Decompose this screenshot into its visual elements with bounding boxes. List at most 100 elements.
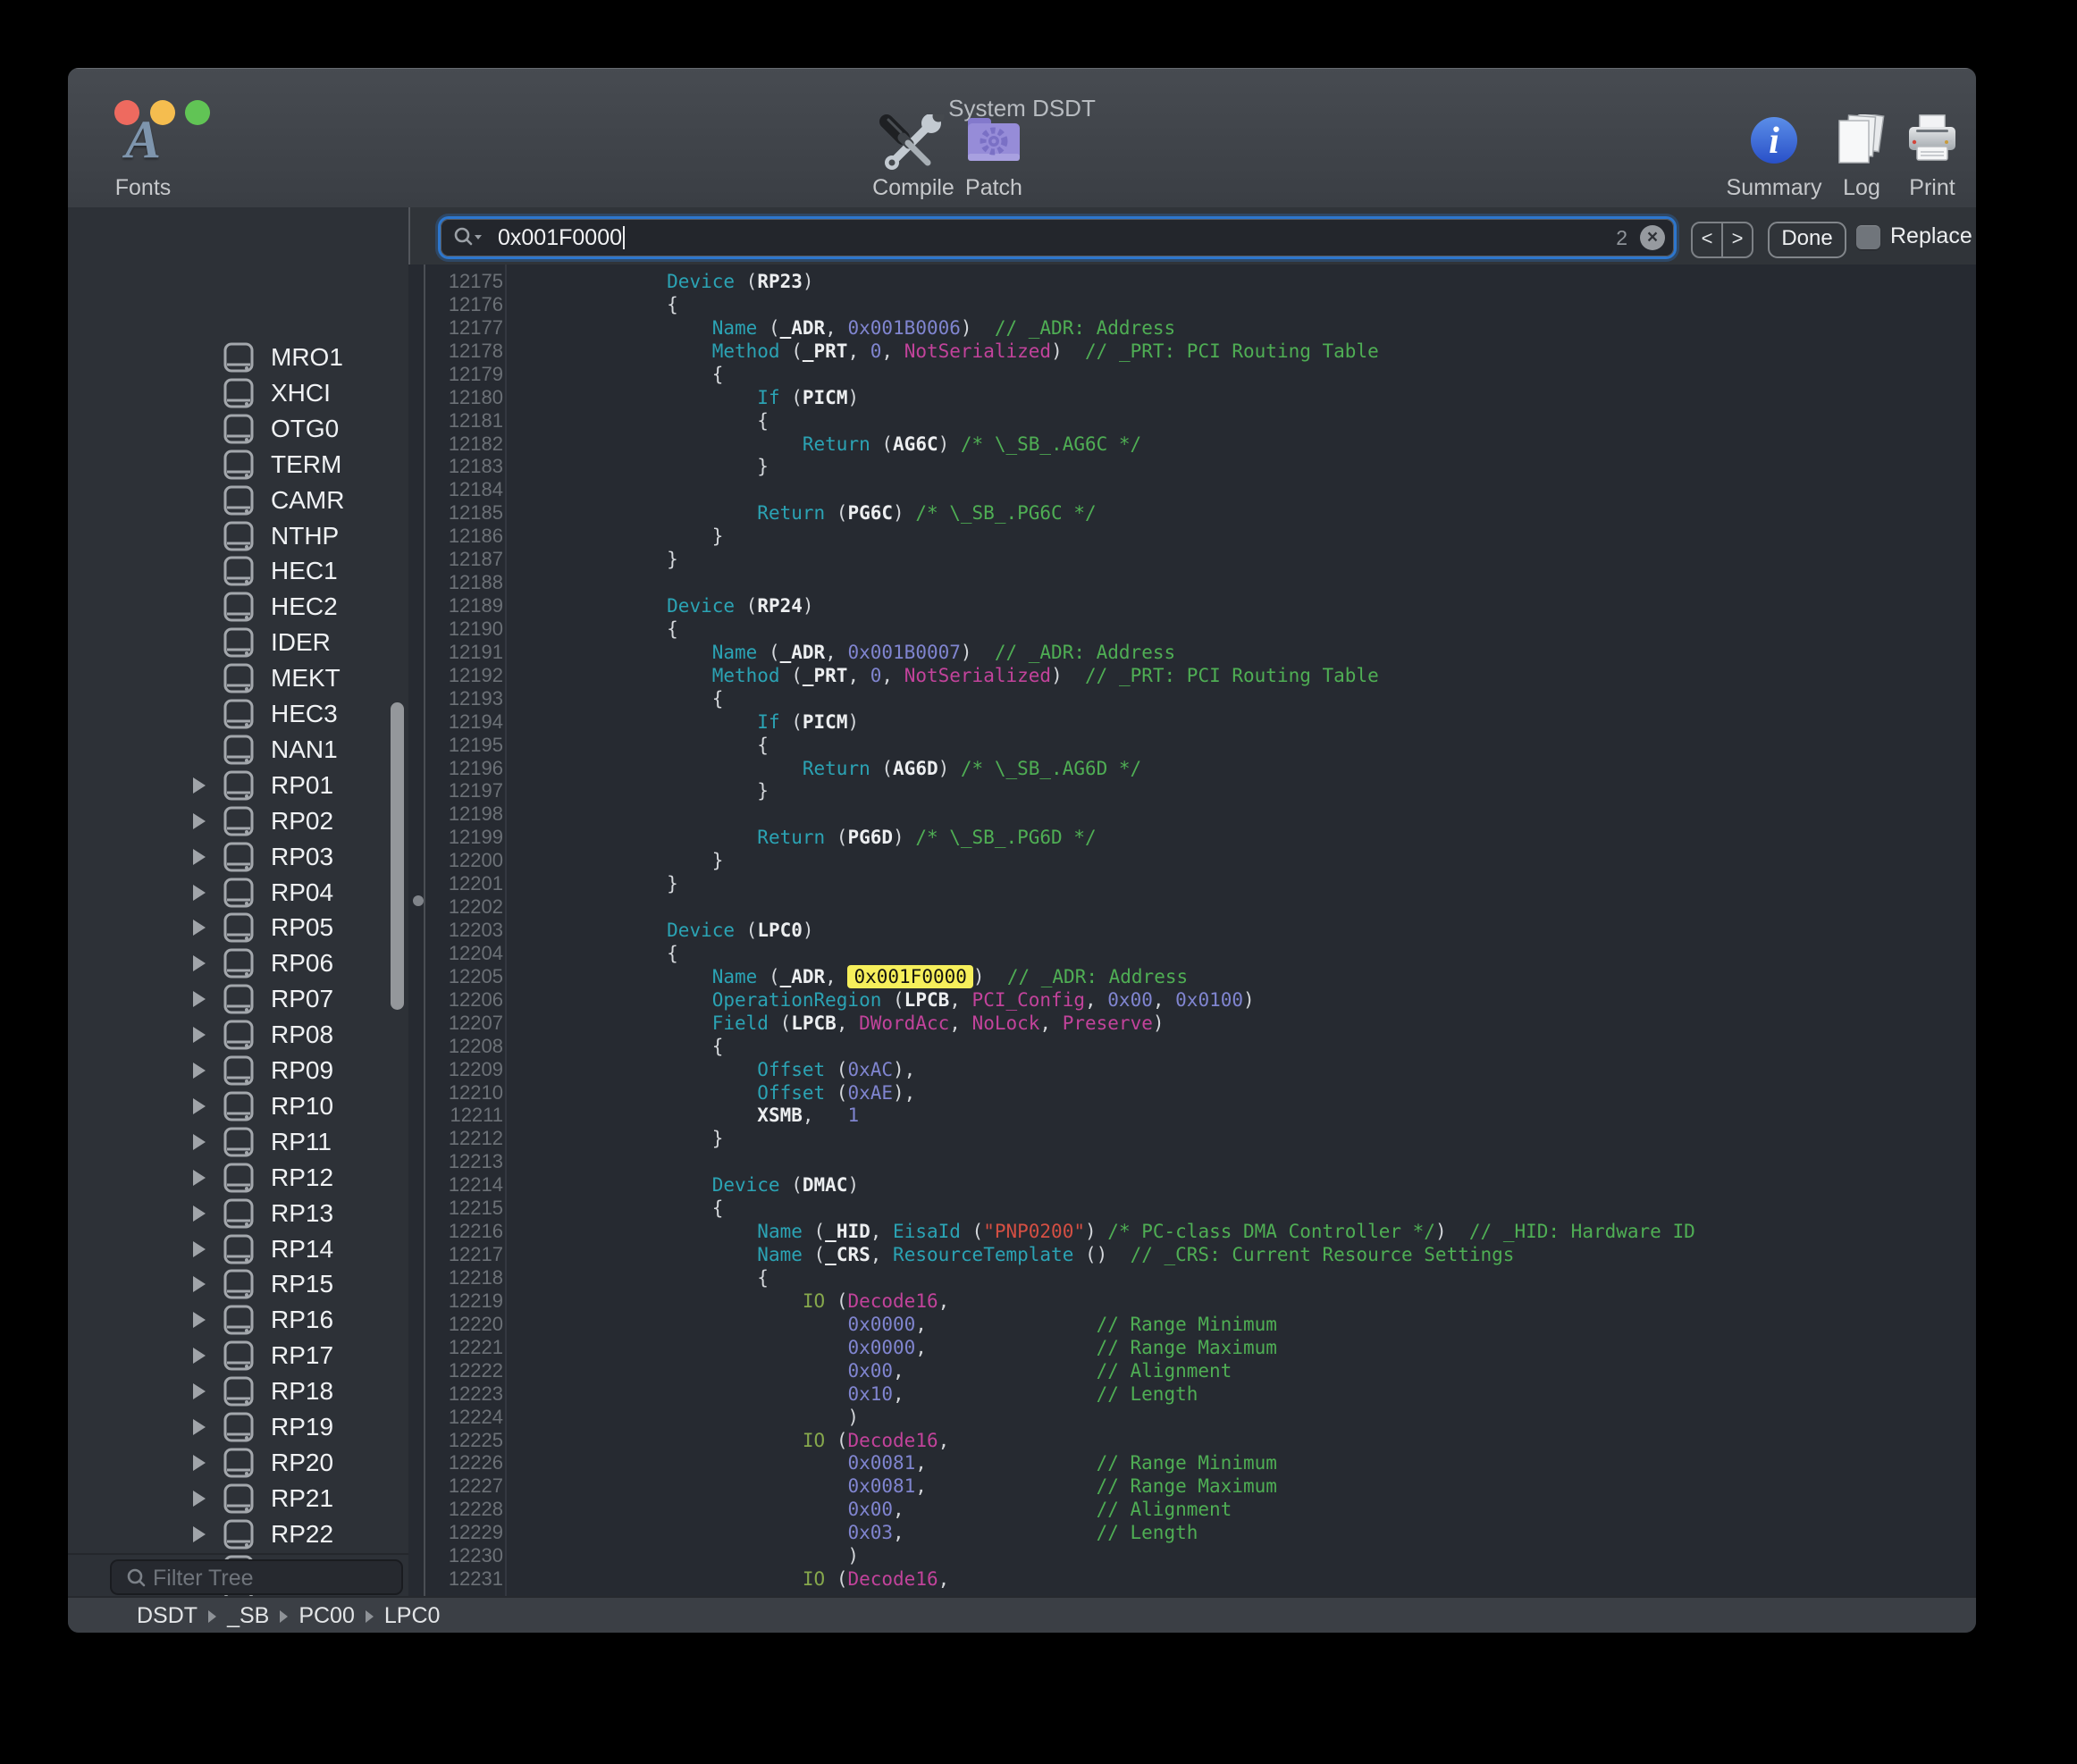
code-line[interactable]: IO (Decode16, [576, 1429, 949, 1452]
code-line[interactable]: ) [576, 1406, 859, 1429]
sidebar-scrollbar[interactable] [391, 702, 404, 1010]
disclosure-triangle-icon[interactable] [193, 1205, 206, 1222]
code-line[interactable]: Return (PG6C) /* \_SB_.PG6C */ [576, 501, 1097, 525]
breadcrumb-item-PC00[interactable]: PC00 [299, 1603, 355, 1629]
code-line[interactable]: { [576, 1197, 723, 1220]
code-line[interactable]: { [576, 734, 769, 757]
sidebar-item-RP15[interactable]: RP15 [68, 1266, 408, 1302]
code-line[interactable]: Offset (0xAC), [576, 1058, 915, 1081]
sidebar-item-RP07[interactable]: RP07 [68, 981, 408, 1017]
code-line[interactable]: { [576, 363, 723, 386]
code-line[interactable]: Method (_PRT, 0, NotSerialized) // _PRT:… [576, 340, 1379, 363]
sidebar-item-RP03[interactable]: RP03 [68, 839, 408, 875]
code-line[interactable]: Field (LPCB, DWordAcc, NoLock, Preserve) [576, 1012, 1165, 1035]
disclosure-triangle-icon[interactable] [193, 1170, 206, 1186]
sidebar-item-HEC2[interactable]: HEC2 [68, 589, 408, 625]
sidebar-item-MRO1[interactable]: MRO1 [68, 340, 408, 375]
code-line[interactable]: 0x0000, // Range Maximum [576, 1336, 1277, 1359]
sidebar-item-RP09[interactable]: RP09 [68, 1053, 408, 1088]
disclosure-triangle-icon[interactable] [193, 777, 206, 794]
sidebar-item-NAN1[interactable]: NAN1 [68, 732, 408, 768]
code-line[interactable]: 0x00, // Alignment [576, 1359, 1232, 1382]
code-line[interactable]: Name (_ADR, 0x001B0006) // _ADR: Address [576, 316, 1175, 340]
disclosure-triangle-icon[interactable] [193, 813, 206, 829]
sidebar-item-IDER[interactable]: IDER [68, 625, 408, 660]
code-line[interactable]: ) [576, 1544, 859, 1567]
code-line[interactable]: 0x0000, // Range Minimum [576, 1313, 1277, 1336]
sidebar-item-RP22[interactable]: RP22 [68, 1516, 408, 1552]
disclosure-triangle-icon[interactable] [193, 1491, 206, 1507]
breadcrumb-item-_SB[interactable]: _SB [227, 1603, 269, 1629]
code-line[interactable]: OperationRegion (LPCB, PCI_Config, 0x00,… [576, 988, 1255, 1012]
disclosure-triangle-icon[interactable] [193, 1348, 206, 1364]
disclosure-triangle-icon[interactable] [193, 1526, 206, 1542]
replace-checkbox[interactable] [1856, 225, 1880, 249]
sidebar-item-OTG0[interactable]: OTG0 [68, 411, 408, 447]
code-line[interactable]: } [576, 1127, 723, 1150]
code-line[interactable]: } [576, 872, 678, 895]
code-line[interactable]: If (PICM) [576, 710, 859, 734]
print-button[interactable]: Print [1879, 68, 1976, 207]
code-line[interactable]: IO (Decode16, [576, 1289, 949, 1313]
code-line[interactable]: Device (LPC0) [576, 919, 814, 942]
code-line[interactable]: Return (AG6D) /* \_SB_.AG6D */ [576, 757, 1141, 780]
sidebar-item-TERM[interactable]: TERM [68, 447, 408, 483]
code-line[interactable]: } [576, 455, 769, 478]
clear-search-button[interactable]: × [1640, 225, 1665, 250]
disclosure-triangle-icon[interactable] [193, 1419, 206, 1435]
disclosure-triangle-icon[interactable] [193, 920, 206, 936]
code-line[interactable]: { [576, 409, 769, 433]
code-line[interactable]: IO (Decode16, [576, 1567, 949, 1591]
code-line[interactable]: { [576, 942, 678, 965]
code-line[interactable]: Name (_HID, EisaId ("PNP0200") /* PC-cla… [576, 1220, 1695, 1243]
sidebar-item-RP02[interactable]: RP02 [68, 803, 408, 839]
code-line[interactable]: Return (AG6C) /* \_SB_.AG6C */ [576, 433, 1141, 456]
code-line[interactable]: Name (_ADR, 0x001F0000) // _ADR: Address [576, 965, 1188, 988]
code-line[interactable]: { [576, 687, 723, 710]
sidebar-item-MEKT[interactable]: MEKT [68, 660, 408, 696]
sidebar-item-RP19[interactable]: RP19 [68, 1409, 408, 1445]
sidebar-item-HEC1[interactable]: HEC1 [68, 553, 408, 589]
sidebar-item-RP05[interactable]: RP05 [68, 910, 408, 945]
sidebar-item-RP06[interactable]: RP06 [68, 945, 408, 981]
sidebar-item-NTHP[interactable]: NTHP [68, 518, 408, 554]
sidebar-item-RP10[interactable]: RP10 [68, 1088, 408, 1124]
code-line[interactable]: Device (RP24) [576, 594, 814, 617]
code-line[interactable]: If (PICM) [576, 386, 859, 409]
disclosure-triangle-icon[interactable] [193, 1098, 206, 1114]
code-line[interactable]: { [576, 1035, 723, 1058]
code-line[interactable]: Device (DMAC) [576, 1173, 859, 1197]
sidebar-item-RP21[interactable]: RP21 [68, 1481, 408, 1516]
code-line[interactable]: } [576, 525, 723, 548]
sidebar-item-RP13[interactable]: RP13 [68, 1196, 408, 1231]
patch-button[interactable]: Patch [928, 68, 1060, 207]
disclosure-triangle-icon[interactable] [193, 1276, 206, 1292]
code-line[interactable]: 0x03, // Length [576, 1521, 1198, 1544]
sidebar-item-RP01[interactable]: RP01 [68, 768, 408, 803]
filter-tree-input[interactable] [151, 1563, 396, 1593]
disclosure-triangle-icon[interactable] [193, 1027, 206, 1043]
code-line[interactable]: 0x0081, // Range Minimum [576, 1451, 1277, 1474]
filter-tree-field[interactable] [110, 1559, 403, 1595]
code-line[interactable]: Method (_PRT, 0, NotSerialized) // _PRT:… [576, 664, 1379, 687]
find-previous-button[interactable]: < [1693, 223, 1723, 256]
fonts-button[interactable]: A Fonts [71, 68, 214, 207]
done-button[interactable]: Done [1768, 222, 1846, 258]
code-line[interactable]: { [576, 1266, 769, 1289]
sidebar-item-RP08[interactable]: RP08 [68, 1017, 408, 1053]
code-line[interactable]: 0x0081, // Range Maximum [576, 1474, 1277, 1498]
sidebar-item-HEC3[interactable]: HEC3 [68, 696, 408, 732]
sidebar-item-RP18[interactable]: RP18 [68, 1373, 408, 1409]
disclosure-triangle-icon[interactable] [193, 1455, 206, 1471]
code-line[interactable]: } [576, 548, 678, 571]
disclosure-triangle-icon[interactable] [193, 1312, 206, 1328]
sidebar-item-RP16[interactable]: RP16 [68, 1302, 408, 1338]
sidebar-item-RP20[interactable]: RP20 [68, 1445, 408, 1481]
breadcrumb-item-LPC0[interactable]: LPC0 [384, 1603, 441, 1629]
code-line[interactable]: { [576, 293, 678, 316]
code-line[interactable]: Return (PG6D) /* \_SB_.PG6D */ [576, 826, 1097, 849]
sidebar-item-RP12[interactable]: RP12 [68, 1160, 408, 1196]
sidebar-item-RP11[interactable]: RP11 [68, 1124, 408, 1160]
breadcrumb-item-DSDT[interactable]: DSDT [137, 1603, 198, 1629]
disclosure-triangle-icon[interactable] [193, 991, 206, 1007]
